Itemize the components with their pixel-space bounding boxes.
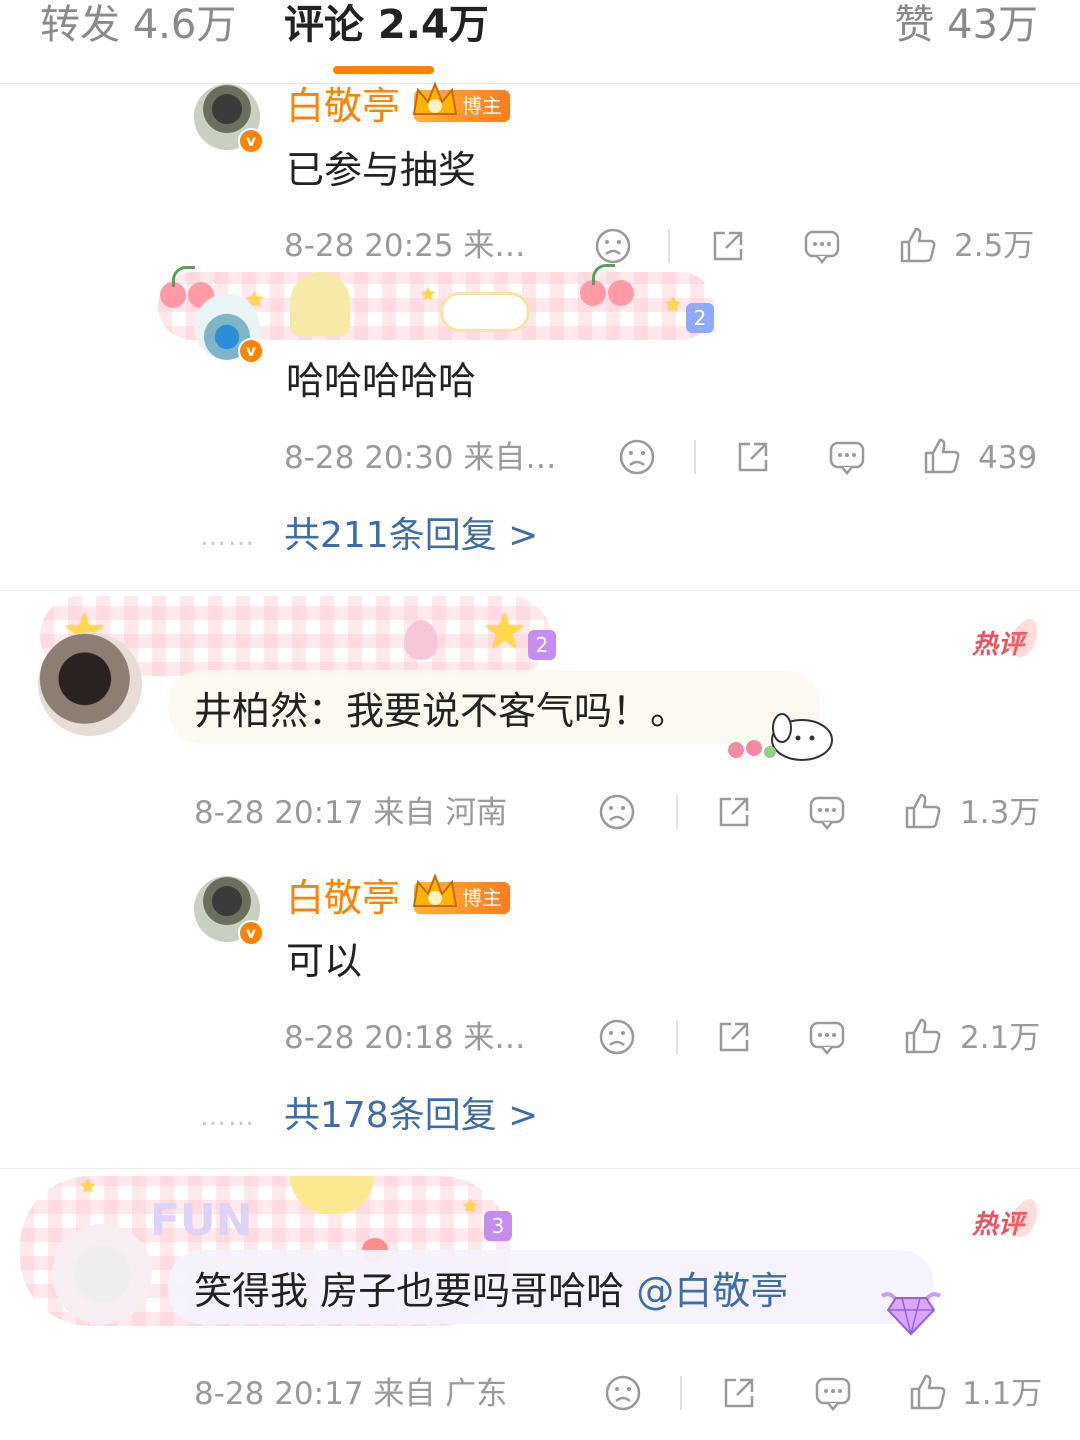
share-icon[interactable] [734,438,772,476]
share-icon[interactable] [720,1374,758,1412]
comment-icon[interactable] [803,227,841,265]
crown-icon [412,81,458,115]
divider [0,590,1080,591]
frown-icon[interactable] [598,793,636,831]
fun-sticker: FUN [150,1195,253,1246]
dots-icon: …… [200,1102,256,1132]
tab-comment[interactable]: 评论 2.4万 [284,2,489,48]
avatar[interactable] [52,1224,152,1324]
comment-icon[interactable] [828,438,866,476]
comment-meta: 8-28 20:17 来自 河南 [194,795,508,831]
divider [668,229,670,263]
comment-icon[interactable] [808,793,846,831]
share-icon[interactable] [715,793,753,831]
like-count: 2.5万 [954,228,1035,264]
dots-icon: …… [200,522,256,552]
reply-meta: 8-28 20:18 来… [284,1020,526,1056]
tab-repost[interactable]: 转发 4.6万 [40,2,236,48]
divider [694,440,696,474]
frown-icon[interactable] [618,438,656,476]
reply-text: 哈哈哈哈哈 [286,359,477,403]
star-icon: ★ [462,1196,479,1217]
verified-icon: v [238,128,264,154]
cloud-icon [440,292,530,332]
share-icon[interactable] [709,227,747,265]
username[interactable]: 白敬亭 [286,84,400,128]
view-replies-link[interactable]: 共178条回复 > [284,1094,538,1138]
divider [676,795,678,829]
like-count: 1.1万 [962,1376,1043,1412]
host-badge: 博主 [412,81,510,122]
share-icon[interactable] [715,1018,753,1056]
heart-sticker [404,620,438,660]
cherry-icon [580,264,615,306]
divider [676,1020,678,1054]
reply-text: 已参与抽奖 [286,148,477,192]
verified-icon: v [238,920,264,946]
active-tab-indicator [333,66,434,74]
comment-text: 井柏然：我要说不客气吗！。 [194,689,689,733]
verified-icon: v [238,338,264,364]
level-badge: 2 [686,303,714,333]
level-badge: 3 [484,1211,512,1241]
like-count: 439 [978,440,1038,476]
star-icon: ★ [420,284,437,305]
level-badge: 2 [528,630,556,660]
comment-meta: 8-28 20:17 来自 广东 [194,1376,508,1412]
frown-icon[interactable] [598,1018,636,1056]
thumb-up-icon[interactable] [903,791,943,831]
reply-meta: 8-28 20:25 来… [284,228,526,264]
thumb-up-icon[interactable] [898,225,938,265]
thumb-up-icon[interactable] [922,436,962,476]
username[interactable]: 白敬亭 [286,876,400,920]
hot-comment-badge: 热评 [972,630,1025,660]
thumb-up-icon[interactable] [903,1016,943,1056]
comment-icon[interactable] [808,1018,846,1056]
divider [0,1168,1080,1169]
view-replies-link[interactable]: 共211条回复 > [284,514,538,558]
dog-sticker [718,700,840,764]
thumb-up-icon[interactable] [908,1372,948,1412]
comment-icon[interactable] [814,1374,852,1412]
mention-link[interactable]: @白敬亭 [636,1269,788,1313]
avatar[interactable] [38,632,142,736]
tab-like[interactable]: 赞 43万 [894,2,1038,48]
divider [680,1376,682,1410]
reply-text: 可以 [286,939,363,983]
animal-sticker [290,272,350,336]
gem-icon [878,1282,944,1338]
star-icon: ★ [80,1176,97,1197]
star-icon: ★ [664,292,682,316]
frown-icon[interactable] [594,227,632,265]
host-badge: 博主 [412,873,510,914]
crown-icon [412,873,458,907]
like-count: 2.1万 [960,1020,1041,1056]
comment-text: 笑得我 房子也要吗哥哈哈 @白敬亭 [194,1269,789,1313]
frown-icon[interactable] [604,1374,642,1412]
reply-meta: 8-28 20:30 来自… [284,440,557,476]
like-count: 1.3万 [960,795,1041,831]
cherry-icon [160,266,195,308]
tab-bar: 转发 4.6万 评论 2.4万 赞 43万 [0,0,1080,84]
star-icon: ★ [482,602,527,660]
hot-comment-badge: 热评 [972,1210,1025,1240]
